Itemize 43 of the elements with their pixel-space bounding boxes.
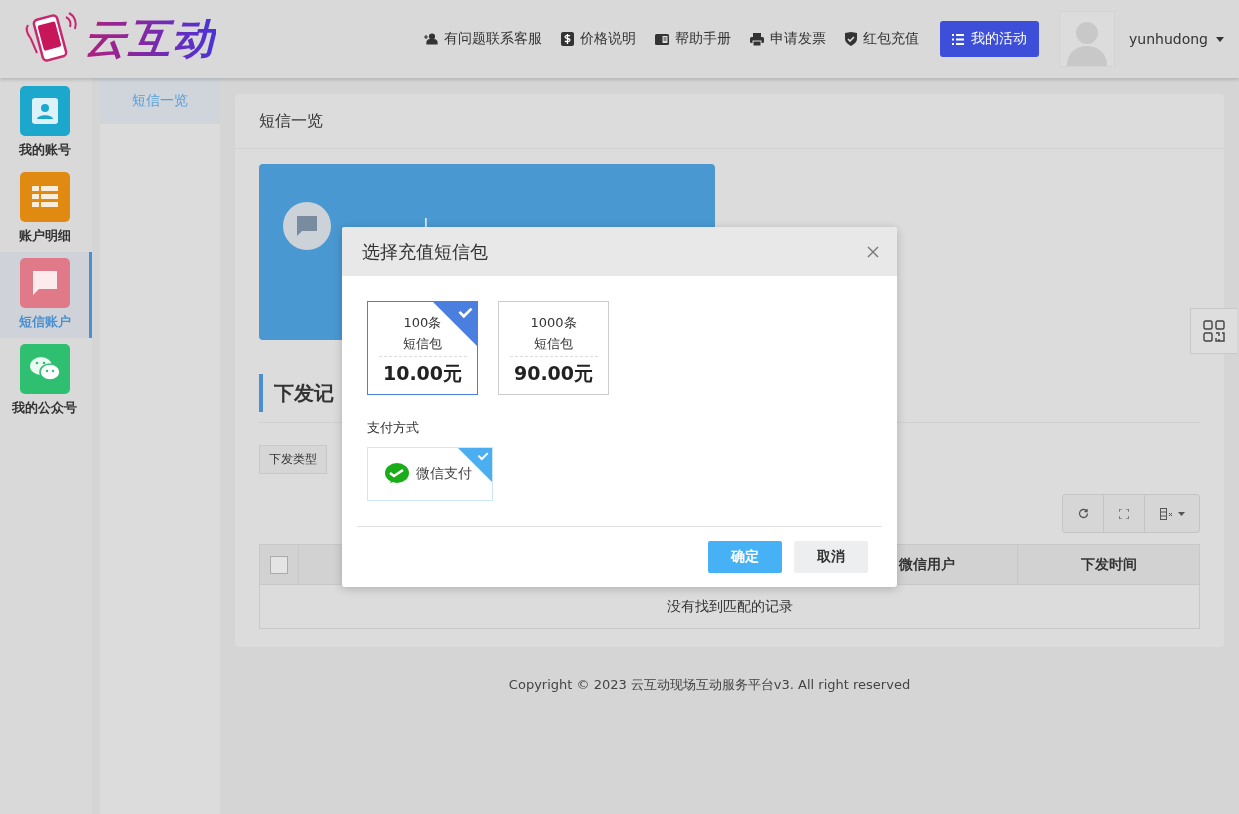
payment-label: 支付方式 xyxy=(367,419,420,437)
nav-link[interactable]: 红包充值 xyxy=(845,30,919,48)
nav-link[interactable]: 申请发票 xyxy=(750,30,826,48)
caret-icon xyxy=(1177,511,1185,516)
cancel-button[interactable]: 取消 xyxy=(794,541,868,573)
wechat-pay-icon xyxy=(384,462,410,486)
my-activities-button[interactable]: 我的活动 xyxy=(940,21,1039,57)
printer-icon xyxy=(750,32,764,46)
refresh-button[interactable] xyxy=(1062,494,1104,533)
chat-icon xyxy=(283,202,331,250)
add-user-icon xyxy=(424,33,438,45)
user-menu[interactable]: yunhudong xyxy=(1129,31,1224,47)
column-header: 下发时间 xyxy=(1080,555,1137,572)
fullscreen-icon xyxy=(1119,508,1129,519)
nav-link[interactable]: 帮助手册 xyxy=(655,30,731,48)
sidebar-item[interactable]: 我的账号 xyxy=(0,80,92,166)
checkbox[interactable] xyxy=(270,555,288,574)
package-option[interactable]: 1000条 短信包 90.00元 xyxy=(498,301,609,395)
check-corner-icon xyxy=(458,448,492,482)
column-header: 微信用户 xyxy=(898,555,955,572)
caret-icon xyxy=(1216,36,1224,42)
shield-check-icon xyxy=(845,32,857,46)
book-icon xyxy=(655,33,669,45)
columns-button[interactable] xyxy=(1144,494,1200,533)
panel-title: 短信一览 xyxy=(235,94,1224,149)
close-icon[interactable] xyxy=(867,245,879,258)
sidebar-item[interactable]: 账户明细 xyxy=(0,166,92,252)
filter-button[interactable]: 下发类型 xyxy=(259,445,327,474)
empty-message: 没有找到匹配的记录 xyxy=(666,597,793,614)
copyright-text: Copyright © 2023 云互动现场互动服务平台v3. All right reserved xyxy=(508,677,911,692)
grid-icon xyxy=(1203,320,1225,342)
dollar-icon xyxy=(561,32,574,46)
refresh-icon xyxy=(1077,508,1089,519)
modal-title: 选择充值短信包 xyxy=(362,239,488,264)
package-option[interactable]: 100条 短信包 10.00元 xyxy=(367,301,478,395)
payment-option[interactable]: 微信支付 xyxy=(367,447,493,501)
logo-text: 云互动 xyxy=(84,18,216,60)
nav-link[interactable]: 价格说明 xyxy=(561,30,636,48)
list-icon xyxy=(952,33,964,45)
columns-icon xyxy=(1159,507,1174,520)
qr-code-button[interactable] xyxy=(1190,308,1237,354)
nav-link[interactable]: 有问题联系客服 xyxy=(424,30,542,48)
sidebar-item[interactable]: 我的公众号 xyxy=(0,338,92,424)
